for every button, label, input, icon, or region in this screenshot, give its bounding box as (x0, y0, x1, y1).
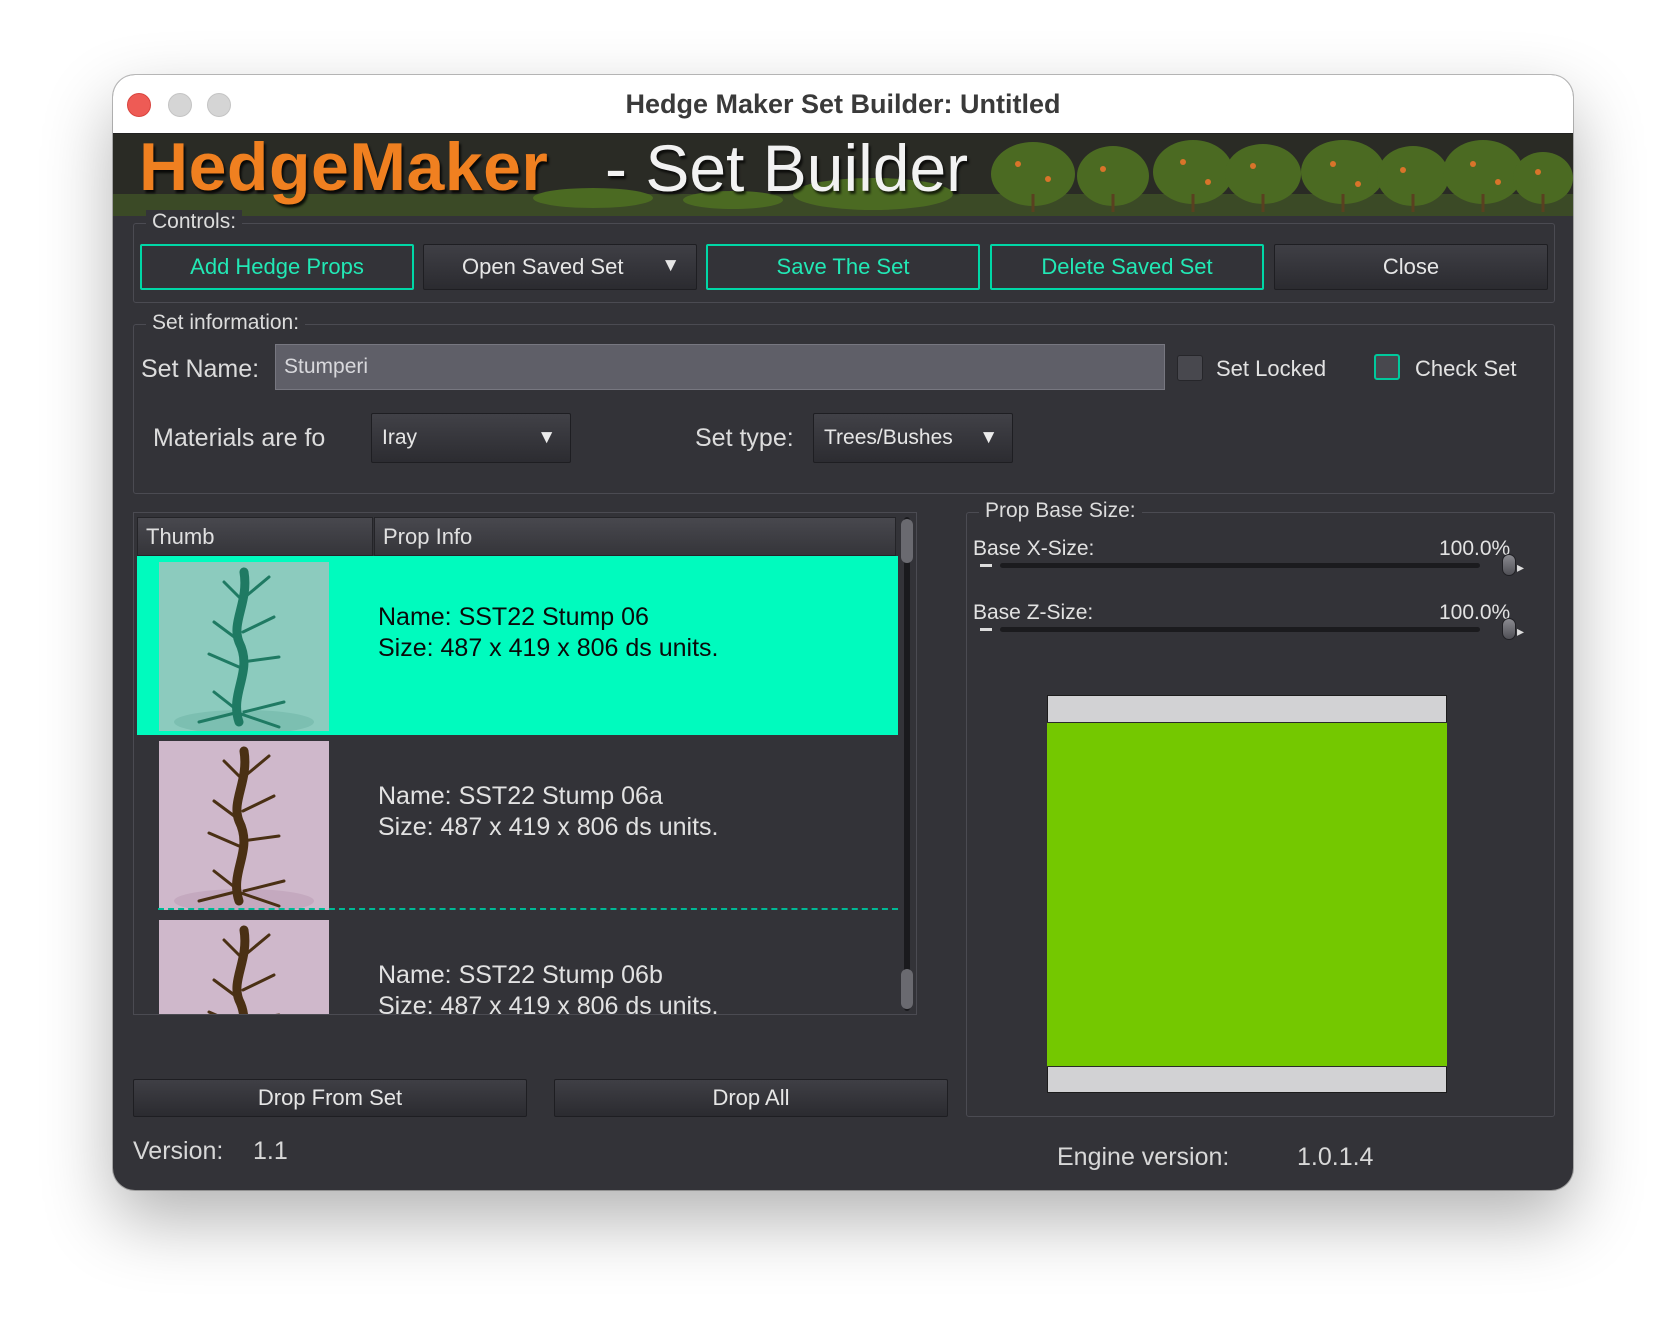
list-item[interactable]: Name: SST22 Stump 06b Size: 487 x 419 x … (137, 914, 898, 1015)
prop-thumbnail (159, 741, 329, 910)
add-hedge-props-button[interactable]: Add Hedge Props (140, 244, 414, 290)
set-name-input[interactable]: Stumperi (275, 344, 1165, 390)
close-button[interactable]: Close (1274, 244, 1548, 290)
version-label: Version: (133, 1137, 224, 1165)
prop-info: Name: SST22 Stump 06 Size: 487 x 419 x 8… (378, 602, 719, 664)
dropdown-arrow-icon: ▼ (661, 255, 680, 276)
prop-thumbnail (159, 562, 329, 731)
base-x-size-label: Base X-Size: (973, 537, 1095, 560)
slider-plus-icon[interactable]: ▸ (1517, 559, 1524, 576)
slider-minus-icon[interactable] (980, 628, 992, 631)
base-z-size-slider-knob[interactable] (1502, 618, 1516, 640)
materials-label: Materials are fo (153, 424, 326, 452)
set-name-label: Set Name: (141, 355, 260, 383)
set-type-label: Set type: (695, 424, 794, 452)
materials-value: Iray (382, 426, 418, 449)
list-scrollbar[interactable] (900, 517, 914, 1011)
slider-minus-icon[interactable] (980, 564, 992, 567)
prop-name: Name: SST22 Stump 06b (378, 961, 663, 989)
list-item[interactable]: Name: SST22 Stump 06 Size: 487 x 419 x 8… (137, 556, 898, 735)
save-the-set-button[interactable]: Save The Set (706, 244, 980, 290)
drop-indicator-line (158, 908, 898, 910)
prop-size: Size: 487 x 419 x 806 ds units. (378, 634, 719, 662)
prop-info: Name: SST22 Stump 06a Size: 487 x 419 x … (378, 781, 719, 843)
drop-all-button[interactable]: Drop All (554, 1079, 948, 1117)
base-size-preview (1047, 695, 1447, 1093)
base-x-size-slider[interactable] (1000, 563, 1480, 568)
window-title: Hedge Maker Set Builder: Untitled (625, 89, 1061, 119)
prop-size: Size: 487 x 419 x 806 ds units. (378, 992, 719, 1015)
materials-dropdown[interactable]: Iray ▼ (371, 413, 571, 463)
engine-version-label: Engine version: (1057, 1143, 1230, 1171)
prop-name: Name: SST22 Stump 06a (378, 782, 663, 810)
base-size-preview-fill (1047, 722, 1447, 1067)
column-header-thumb[interactable]: Thumb (137, 517, 373, 556)
set-locked-label: Set Locked (1216, 356, 1327, 381)
controls-legend: Controls: (146, 210, 243, 234)
prop-info: Name: SST22 Stump 06b Size: 487 x 419 x … (378, 960, 719, 1015)
prop-list[interactable]: Thumb Prop Info Name: SST22 Stump 06 Siz… (133, 512, 917, 1015)
delete-saved-set-button[interactable]: Delete Saved Set (990, 244, 1264, 290)
title-bar: Hedge Maker Set Builder: Untitled (113, 75, 1573, 134)
prop-base-size-legend: Prop Base Size: (979, 499, 1142, 523)
set-type-value: Trees/Bushes (824, 426, 953, 449)
banner-subtitle: - Set Builder (605, 134, 969, 205)
open-saved-set-dropdown[interactable]: Open Saved Set ▼ (423, 244, 697, 290)
prop-thumbnail (159, 920, 329, 1014)
prop-size: Size: 487 x 419 x 806 ds units. (378, 813, 719, 841)
set-locked-checkbox[interactable] (1177, 355, 1203, 381)
set-information-legend: Set information: (146, 311, 306, 335)
base-x-size-slider-knob[interactable] (1502, 554, 1516, 576)
engine-version-value: 1.0.1.4 (1297, 1143, 1374, 1171)
base-z-size-slider[interactable] (1000, 627, 1480, 632)
app-banner: HedgeMaker - Set Builder (113, 134, 1573, 216)
check-set-label: Check Set (1415, 356, 1517, 381)
base-z-size-label: Base Z-Size: (973, 601, 1094, 624)
check-set-checkbox[interactable] (1374, 354, 1400, 380)
dropdown-arrow-icon: ▼ (537, 427, 556, 448)
drop-from-set-button[interactable]: Drop From Set (133, 1079, 527, 1117)
app-window: Hedge Maker Set Builder: Untitled HedgeM… (113, 75, 1573, 1190)
hedgemaker-logo: HedgeMaker (139, 134, 549, 205)
version-value: 1.1 (253, 1137, 288, 1165)
set-type-dropdown[interactable]: Trees/Bushes ▼ (813, 413, 1013, 463)
base-z-size-value: 100.0% (1439, 601, 1511, 624)
base-x-size-value: 100.0% (1439, 537, 1511, 560)
prop-name: Name: SST22 Stump 06 (378, 603, 649, 631)
list-item[interactable]: Name: SST22 Stump 06a Size: 487 x 419 x … (137, 735, 898, 914)
open-saved-set-label: Open Saved Set (462, 254, 624, 279)
column-header-prop-info[interactable]: Prop Info (374, 517, 896, 556)
dropdown-arrow-icon: ▼ (979, 427, 998, 448)
slider-plus-icon[interactable]: ▸ (1517, 623, 1524, 640)
